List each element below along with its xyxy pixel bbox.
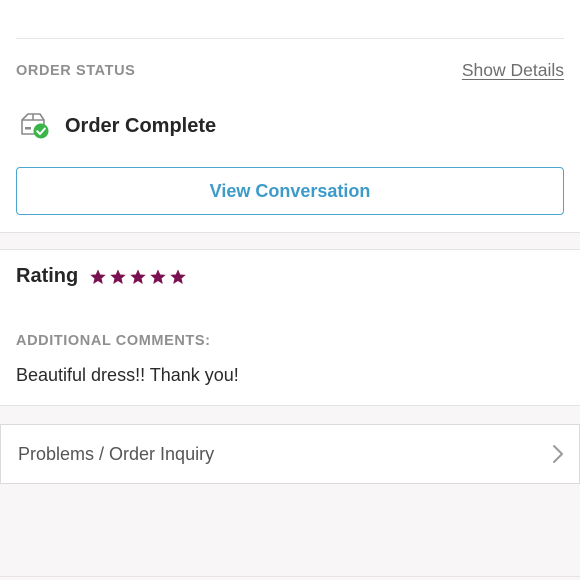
order-status-text: Order Complete: [65, 114, 217, 137]
top-divider: [16, 38, 564, 39]
order-inquiry-row[interactable]: Problems / Order Inquiry: [0, 424, 580, 484]
chevron-right-icon: [551, 443, 565, 465]
rating-stars: [89, 268, 187, 286]
star-icon: [170, 268, 186, 284]
rating-label: Rating: [16, 265, 79, 287]
show-details-link[interactable]: Show Details: [462, 60, 564, 81]
package-check-icon: [18, 111, 50, 141]
additional-comments-label: ADDITIONAL COMMENTS:: [16, 333, 211, 349]
order-status-row: Order Complete: [18, 111, 216, 141]
order-status-label: ORDER STATUS: [16, 62, 136, 79]
rating-row: Rating: [16, 265, 187, 288]
section-separator: [0, 232, 580, 250]
order-status-header: ORDER STATUS Show Details: [16, 60, 564, 81]
comment-text: Beautiful dress!! Thank you!: [16, 365, 239, 385]
bottom-divider: [0, 576, 580, 577]
order-inquiry-label: Problems / Order Inquiry: [18, 443, 215, 464]
view-conversation-button[interactable]: View Conversation: [16, 167, 564, 215]
star-icon: [130, 268, 146, 284]
star-icon: [110, 268, 126, 284]
star-icon: [90, 268, 106, 284]
star-icon: [150, 268, 166, 284]
